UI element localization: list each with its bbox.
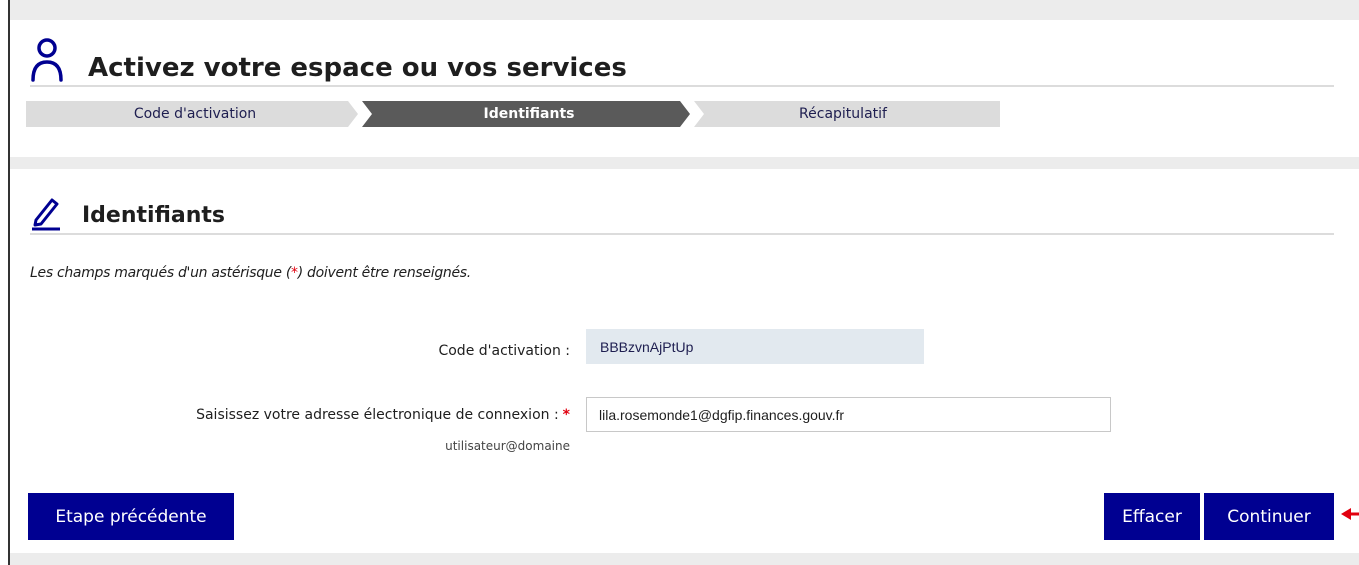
continue-button[interactable]: Continuer xyxy=(1204,493,1334,540)
email-label-text: Saisissez votre adresse électronique de … xyxy=(196,407,559,423)
pencil-icon xyxy=(32,198,60,231)
step-label: Récapitulatif xyxy=(799,106,887,122)
title-divider xyxy=(30,85,1334,87)
section-divider xyxy=(30,233,1334,235)
bottom-band xyxy=(10,553,1359,565)
section-title: Identifiants xyxy=(82,202,225,228)
required-fields-note: Les champs marqués d'un astérisque (*) d… xyxy=(30,265,471,281)
step-recapitulatif: Récapitulatif xyxy=(686,101,1000,127)
clear-button[interactable]: Effacer xyxy=(1104,493,1200,540)
email-field[interactable] xyxy=(586,397,1111,432)
note-text-after: ) doivent être renseignés. xyxy=(297,265,472,281)
page-left-border xyxy=(8,0,10,565)
required-asterisk: * xyxy=(291,265,298,281)
email-format-hint: utilisateur@domaine xyxy=(445,439,570,453)
user-icon xyxy=(31,38,63,82)
required-asterisk: * xyxy=(562,407,570,423)
section-header: Identifiants xyxy=(30,192,225,232)
step-label: Code d'activation xyxy=(133,106,257,122)
top-band xyxy=(10,0,1359,20)
step-label: Identifiants xyxy=(483,106,575,122)
previous-step-button[interactable]: Etape précédente xyxy=(28,493,234,540)
activation-code-value: BBBzvnAjPtUp xyxy=(586,329,924,364)
red-arrow-icon xyxy=(1341,508,1359,520)
section-band xyxy=(10,157,1359,169)
note-text-before: Les champs marqués d'un astérisque ( xyxy=(30,265,291,281)
activation-code-label: Code d'activation : xyxy=(438,343,570,359)
page-title: Activez votre espace ou vos services xyxy=(88,53,627,83)
progress-stepper: Code d'activation Identifiants Récapitul… xyxy=(26,101,1000,127)
step-code-activation: Code d'activation xyxy=(26,101,364,127)
email-label: Saisissez votre adresse électronique de … xyxy=(100,407,570,423)
step-identifiants: Identifiants xyxy=(352,101,706,127)
page-header: Activez votre espace ou vos services xyxy=(30,36,627,86)
